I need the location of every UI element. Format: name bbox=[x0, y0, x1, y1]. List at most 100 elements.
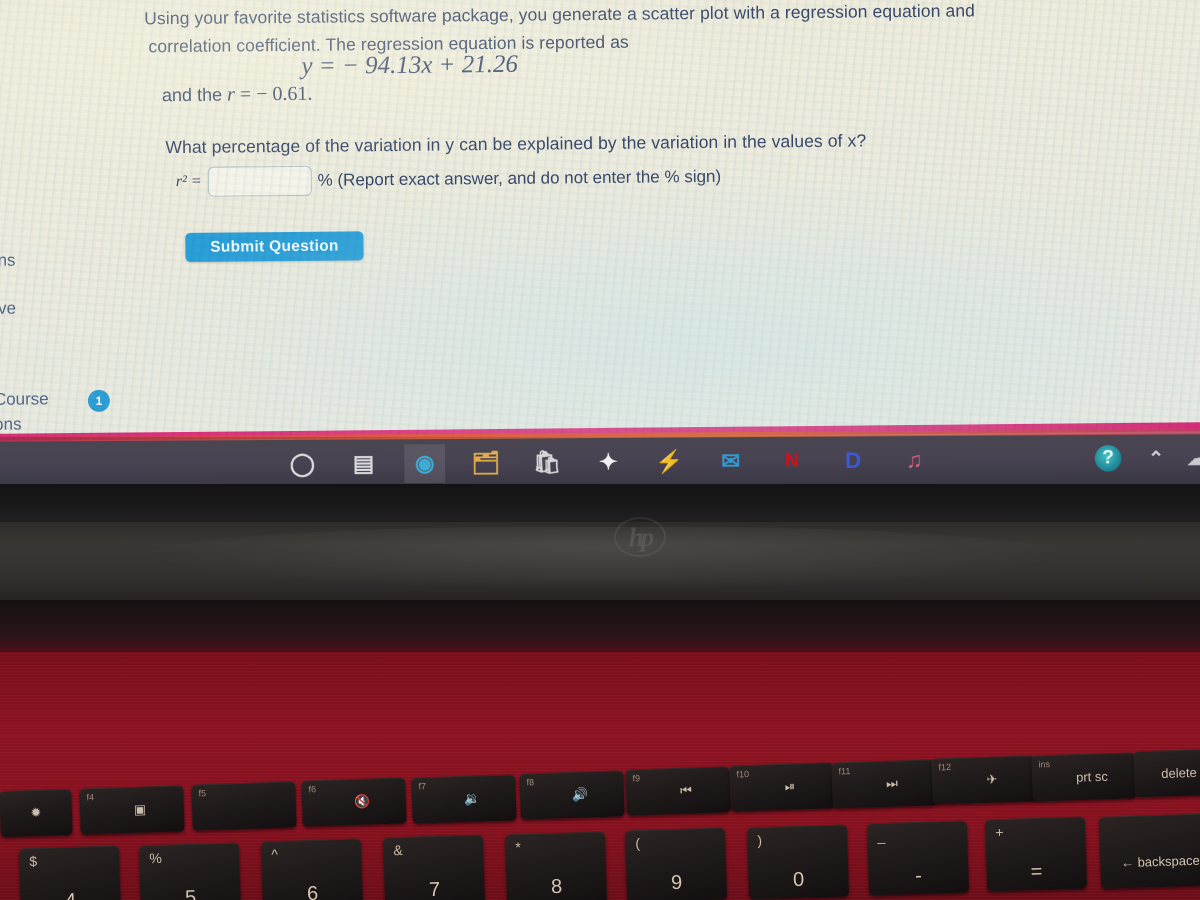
key-0-shift-glyph: ) bbox=[757, 832, 763, 849]
key-equals-label: = bbox=[1030, 860, 1043, 884]
disney-plus-icon-glyph: D bbox=[844, 447, 862, 474]
key-f11-next[interactable]: f11 ⏭ bbox=[831, 759, 937, 809]
key-delete[interactable]: delete bbox=[1133, 748, 1200, 798]
key-8-label: 8 bbox=[550, 875, 563, 899]
disney-plus-icon[interactable]: D bbox=[833, 441, 874, 480]
key-delete-glyph: delete bbox=[1161, 764, 1197, 782]
correlation-line: and the r = − 0.61. bbox=[162, 83, 313, 107]
key-f7-vol-down-fn-label: f7 bbox=[418, 781, 427, 792]
key-f11-next-fn-label: f11 bbox=[838, 766, 851, 777]
photo-of-laptop: Using your favorite statistics software … bbox=[0, 0, 1200, 900]
help-icon[interactable]: ? bbox=[1094, 445, 1122, 472]
show-hidden-icons[interactable]: ⌃ bbox=[1136, 440, 1177, 479]
key-equals[interactable]: + = bbox=[984, 816, 1088, 892]
mail-icon[interactable]: ✉ bbox=[710, 442, 751, 481]
key-backspace[interactable]: ← backspace bbox=[1098, 813, 1200, 889]
lightning-app-icon[interactable]: ⚡ bbox=[649, 443, 690, 482]
correlation-value: = − 0.61. bbox=[239, 82, 313, 106]
key-f11-next-glyph: ⏭ bbox=[885, 775, 899, 791]
key-f4-display[interactable]: f4 ▣ bbox=[79, 785, 185, 835]
microsoft-store-icon[interactable]: 🛍 bbox=[527, 443, 568, 482]
key-5-shift-glyph: % bbox=[149, 849, 162, 867]
key-f6-mute[interactable]: f6 🔇 bbox=[301, 777, 407, 827]
key-print-screen[interactable]: ins prt sc bbox=[1031, 752, 1137, 802]
key-9[interactable]: (9 bbox=[624, 827, 728, 900]
screen-bezel bbox=[0, 484, 1200, 526]
dropbox-icon[interactable]: ✦ bbox=[588, 443, 629, 482]
sidebar-badge-count: 1 bbox=[87, 389, 111, 412]
key-f8-vol-up[interactable]: f8 🔊 bbox=[519, 770, 625, 820]
mail-icon-glyph: ✉ bbox=[721, 448, 741, 474]
regression-equation-text: y = − 94.13x + 21.26 bbox=[301, 50, 519, 80]
r-squared-input[interactable] bbox=[207, 165, 312, 197]
sidebar-item-1[interactable]: ns bbox=[0, 251, 16, 271]
browser-page-content: Using your favorite statistics software … bbox=[0, 0, 1200, 437]
question-prompt: What percentage of the variation in y ca… bbox=[165, 130, 867, 158]
key-5[interactable]: % 5 bbox=[138, 842, 242, 900]
answer-row: r² = % (Report exact answer, and do not … bbox=[176, 162, 722, 197]
microsoft-edge-icon-glyph: ◉ bbox=[414, 450, 435, 476]
onedrive-cloud-icon[interactable]: ☁ bbox=[1176, 439, 1200, 478]
key-f10-play[interactable]: f10 ⏯ bbox=[729, 762, 835, 812]
laptop-screen: Using your favorite statistics software … bbox=[0, 0, 1200, 437]
dropbox-icon-glyph: ✦ bbox=[598, 449, 618, 475]
key-f9-previous-glyph: ⏮ bbox=[679, 782, 693, 798]
microsoft-edge-icon[interactable]: ◉ bbox=[404, 444, 446, 484]
key-0[interactable]: ) 0 bbox=[746, 824, 850, 900]
key-f7-vol-down-glyph: 🔉 bbox=[463, 790, 481, 806]
answer-hint-text: % (Report exact answer, and do not enter… bbox=[317, 166, 722, 190]
r-squared-label: r² = bbox=[175, 172, 202, 191]
key-equals-shift-glyph: + bbox=[995, 824, 1004, 841]
key-6-label: 6 bbox=[306, 882, 319, 900]
key-f7-vol-down[interactable]: f7 🔉 bbox=[411, 774, 517, 824]
show-hidden-icons-glyph: ⌃ bbox=[1147, 448, 1165, 470]
key-0-label: 0 bbox=[792, 868, 805, 892]
key-9-label: 9 bbox=[670, 871, 683, 895]
key-minus[interactable]: _ - bbox=[866, 820, 970, 896]
key-6[interactable]: ^ 6 bbox=[260, 838, 364, 900]
deck-shadow bbox=[0, 600, 1200, 660]
key-minus-shift-glyph: _ bbox=[877, 828, 886, 845]
sidebar-item-4[interactable]: ons bbox=[0, 415, 22, 435]
key-f12-airplane-glyph: ✈ bbox=[986, 771, 998, 787]
key-f8-vol-up-fn-label: f8 bbox=[526, 777, 535, 788]
key-f9-previous[interactable]: f9 ⏮ bbox=[625, 766, 731, 816]
file-explorer-icon-glyph: 🗂 bbox=[471, 449, 501, 476]
correlation-symbol: r bbox=[226, 83, 235, 106]
hinge-specular-highlight bbox=[140, 527, 1070, 589]
music-app-icon-glyph: ♫ bbox=[905, 447, 923, 473]
key-4-shift-glyph: $ bbox=[29, 853, 38, 870]
key-4[interactable]: $4 bbox=[18, 845, 122, 900]
key-f5-fn-label: f5 bbox=[198, 788, 207, 799]
key-f6-mute-glyph: 🔇 bbox=[353, 793, 371, 809]
key-f4-display-glyph: ▣ bbox=[133, 801, 147, 817]
lightning-app-icon-glyph: ⚡ bbox=[655, 448, 684, 475]
key-8[interactable]: * 8 bbox=[504, 831, 608, 900]
key-9-shift-glyph: ( bbox=[635, 835, 641, 852]
task-view-icon[interactable]: ▤ bbox=[343, 444, 384, 483]
key-7-shift-glyph: & bbox=[393, 841, 403, 859]
task-view-icon-glyph: ▤ bbox=[352, 450, 375, 477]
netflix-icon-glyph: N bbox=[784, 450, 799, 472]
netflix-icon[interactable]: N bbox=[771, 442, 812, 481]
key-brightness-glyph: ✹ bbox=[30, 804, 42, 821]
key-7[interactable]: & 7 bbox=[382, 834, 486, 900]
key-4-label: 4 bbox=[20, 888, 121, 900]
correlation-prefix: and the bbox=[161, 84, 223, 106]
key-5-label: 5 bbox=[184, 886, 197, 900]
file-explorer-icon[interactable]: 🗂 bbox=[465, 444, 506, 483]
key-backspace-label: ← backspace bbox=[1120, 852, 1200, 871]
sidebar-item-course[interactable]: Course bbox=[0, 389, 49, 410]
music-app-icon[interactable]: ♫ bbox=[894, 441, 935, 480]
key-f6-mute-fn-label: f6 bbox=[308, 784, 317, 795]
key-8-shift-glyph: * bbox=[515, 839, 521, 856]
cortana-icon[interactable]: ◯ bbox=[282, 445, 323, 484]
key-f12-airplane[interactable]: f12 ✈ bbox=[931, 755, 1037, 805]
submit-question-button[interactable]: Submit Question bbox=[185, 231, 364, 262]
key-print-screen-glyph: prt sc bbox=[1075, 768, 1109, 785]
sidebar-item-2[interactable]: ve bbox=[0, 299, 16, 319]
key-f8-vol-up-glyph: 🔊 bbox=[571, 786, 589, 802]
onedrive-cloud-icon-glyph: ☁ bbox=[1187, 448, 1200, 470]
key-f5[interactable]: f5 bbox=[191, 781, 297, 831]
key-brightness[interactable]: ✹ bbox=[0, 788, 73, 838]
